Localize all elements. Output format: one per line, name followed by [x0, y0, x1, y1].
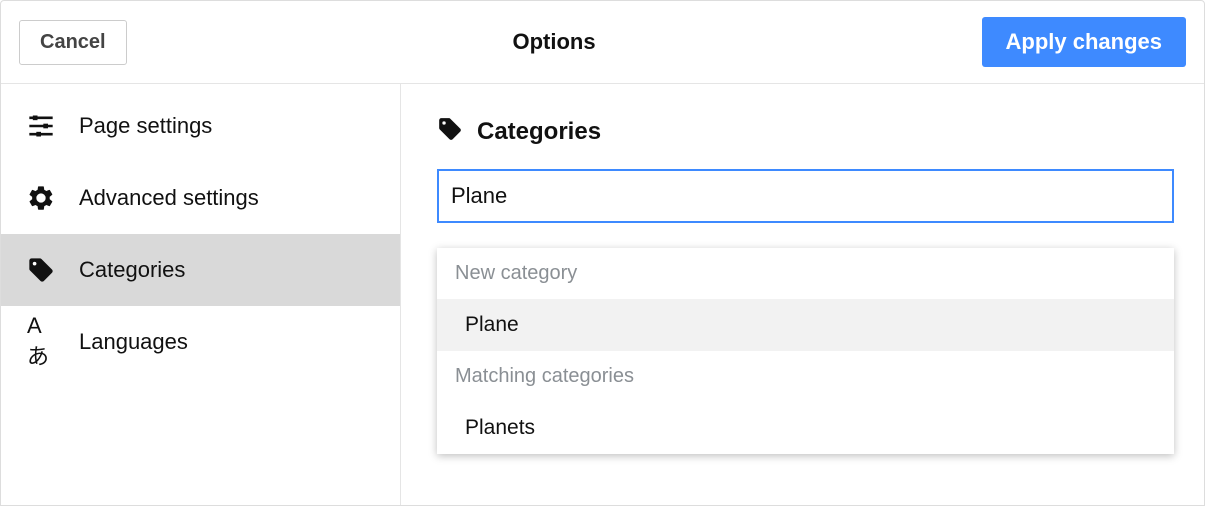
dropdown-new-category-label: New category	[437, 248, 1174, 299]
cancel-button[interactable]: Cancel	[19, 20, 127, 65]
sidebar-item-label: Languages	[79, 329, 188, 355]
sidebar-item-label: Page settings	[79, 113, 212, 139]
tag-icon	[437, 116, 463, 147]
dropdown-item-match[interactable]: Planets	[437, 402, 1174, 454]
sidebar-item-languages[interactable]: Aあ Languages	[1, 306, 400, 378]
category-dropdown: New category Plane Matching categories P…	[437, 248, 1174, 454]
section-header: Categories	[437, 116, 1174, 147]
dropdown-item-new[interactable]: Plane	[437, 299, 1174, 351]
sidebar-item-categories[interactable]: Categories	[1, 234, 400, 306]
sliders-icon	[27, 112, 55, 140]
category-input[interactable]	[451, 183, 1160, 209]
dialog-header: Cancel Options Apply changes	[1, 1, 1204, 84]
dialog-body: Page settings Advanced settings	[1, 84, 1204, 505]
sidebar-item-page-settings[interactable]: Page settings	[1, 90, 400, 162]
category-input-wrap[interactable]	[437, 169, 1174, 223]
sidebar: Page settings Advanced settings	[1, 84, 401, 505]
sidebar-item-label: Categories	[79, 257, 185, 283]
dropdown-matching-label: Matching categories	[437, 351, 1174, 402]
main-panel: Categories New category Plane Matching c…	[401, 84, 1204, 505]
apply-changes-button[interactable]: Apply changes	[982, 17, 1186, 67]
languages-icon: Aあ	[27, 328, 55, 356]
sidebar-item-label: Advanced settings	[79, 185, 259, 211]
options-dialog: Cancel Options Apply changes Page settin…	[0, 0, 1205, 506]
gear-icon	[27, 184, 55, 212]
dialog-title: Options	[513, 29, 596, 55]
sidebar-item-advanced-settings[interactable]: Advanced settings	[1, 162, 400, 234]
section-title: Categories	[477, 118, 601, 146]
tag-icon	[27, 256, 55, 284]
